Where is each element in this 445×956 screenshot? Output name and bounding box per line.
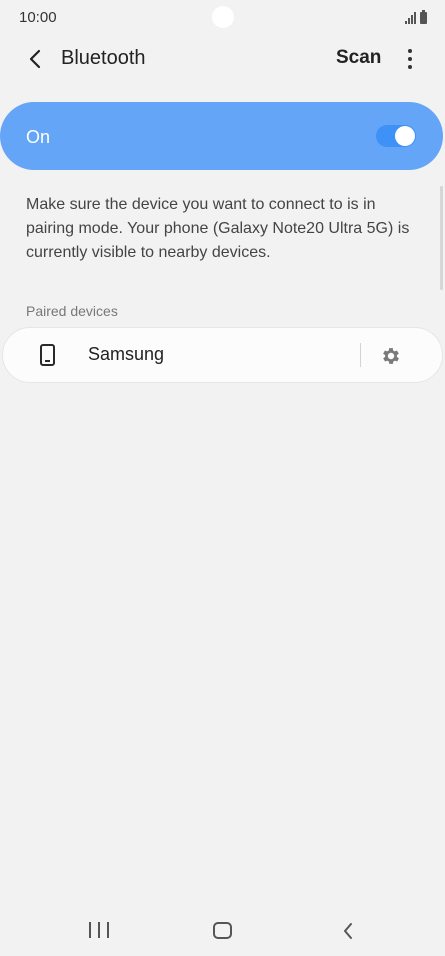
back-icon [344,923,352,939]
device-settings-button[interactable] [377,342,405,370]
paired-device-connect[interactable]: Samsung [3,328,359,382]
visibility-description: Make sure the device you want to connect… [26,196,410,261]
recents-icon [89,922,91,938]
scan-button[interactable]: Scan [336,47,381,69]
status-bar: 10:00 [0,0,445,34]
recents-button[interactable] [89,922,109,940]
bluetooth-switch[interactable] [376,125,416,147]
bluetooth-settings-screen: 10:00 Bluetooth Scan On Make sure the de… [0,0,445,956]
paired-devices-header: Paired devices [26,303,118,319]
paired-device-item: Samsung [2,327,443,383]
switch-knob [395,126,415,146]
bluetooth-master-toggle[interactable]: On [0,102,443,170]
chevron-left-icon [29,49,41,69]
nav-back-button[interactable] [338,920,358,942]
more-vertical-icon [408,49,412,53]
status-icons [405,10,427,24]
app-header: Bluetooth Scan [0,36,445,84]
battery-icon [420,10,427,24]
more-options-button[interactable] [398,44,422,74]
page-title: Bluetooth [61,47,146,69]
device-name: Samsung [88,344,165,364]
status-time: 10:00 [19,9,57,26]
gear-icon [383,348,399,364]
scrollbar[interactable] [440,186,443,290]
front-camera [212,6,234,28]
back-button[interactable] [20,44,50,74]
toggle-label: On [26,127,51,147]
smartphone-icon [40,344,55,366]
divider [360,343,361,367]
home-button[interactable] [213,922,232,939]
navigation-bar [0,906,445,956]
signal-icon [405,12,416,24]
